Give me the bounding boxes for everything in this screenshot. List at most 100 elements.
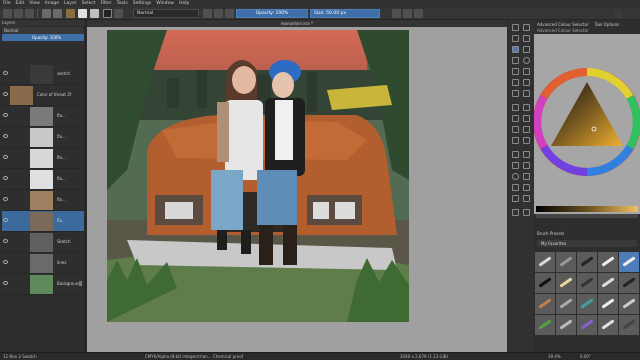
layer-row[interactable]: fla... — [2, 127, 84, 148]
brush-preset[interactable] — [535, 294, 555, 314]
visibility-eye-icon[interactable] — [3, 134, 8, 138]
rect-select-icon[interactable] — [523, 162, 530, 169]
menu-file[interactable]: File — [3, 1, 11, 6]
undo-icon[interactable] — [42, 9, 51, 18]
brush-preset[interactable] — [556, 252, 576, 272]
menu-select[interactable]: Select — [82, 1, 96, 6]
menu-help[interactable]: Help — [179, 1, 189, 6]
smart-patch-icon[interactable] — [523, 126, 530, 133]
open-document-icon[interactable] — [14, 9, 23, 18]
visibility-eye-icon[interactable] — [3, 155, 8, 159]
pan-tool-icon[interactable] — [523, 209, 530, 216]
value-slider[interactable] — [536, 206, 638, 212]
tab-advanced-colour-selector[interactable]: Advanced Colour Selector — [537, 22, 589, 27]
move-tool-icon[interactable] — [523, 104, 530, 111]
line-tool-icon[interactable] — [523, 46, 530, 53]
polygon-select-icon[interactable] — [523, 173, 530, 180]
gradient-icon[interactable] — [78, 9, 87, 18]
colorize-mask-icon[interactable] — [512, 126, 519, 133]
menu-layer[interactable]: Layer — [64, 1, 77, 6]
menu-settings[interactable]: Settings — [133, 1, 151, 6]
layer-row[interactable]: Sketch — [2, 232, 84, 253]
artwork-canvas[interactable] — [107, 30, 409, 322]
layer-row[interactable]: Background — [2, 274, 84, 295]
menu-edit[interactable]: Edit — [16, 1, 25, 6]
multibrush-icon[interactable] — [523, 90, 530, 97]
visibility-eye-icon[interactable] — [3, 218, 8, 222]
brush-preset[interactable] — [556, 315, 576, 335]
contiguous-select-icon[interactable] — [523, 184, 530, 191]
menu-filter[interactable]: Filter — [100, 1, 111, 6]
reference-images-icon[interactable] — [512, 162, 519, 169]
polygon-tool-icon[interactable] — [512, 68, 519, 75]
text-tool-icon[interactable] — [523, 24, 530, 31]
mirror-vertical-icon[interactable] — [403, 9, 412, 18]
ellipse-tool-icon[interactable] — [523, 57, 530, 64]
brush-preset[interactable] — [598, 315, 618, 335]
advanced-color-selector[interactable] — [533, 34, 640, 214]
bezier-tool-icon[interactable] — [512, 79, 519, 86]
gradient-tool-icon[interactable] — [523, 115, 530, 122]
blend-mode-select[interactable]: Normal — [133, 9, 199, 18]
similar-select-icon[interactable] — [512, 195, 519, 202]
zoom-tool-icon[interactable] — [512, 209, 519, 216]
layer-row[interactable]: fla... — [2, 190, 84, 211]
freehand-select-icon[interactable] — [512, 184, 519, 191]
status-zoom[interactable]: 39.4% — [548, 354, 561, 359]
menu-tools[interactable]: Tools — [117, 1, 128, 6]
ellipse-select-icon[interactable] — [512, 173, 519, 180]
brush-preset-icon[interactable] — [66, 9, 75, 18]
brush-preset[interactable] — [577, 252, 597, 272]
layer-row[interactable]: lines — [2, 253, 84, 274]
assistant-tool-icon[interactable] — [512, 151, 519, 158]
pattern-icon[interactable] — [90, 9, 99, 18]
rectangle-tool-icon[interactable] — [512, 57, 519, 64]
preset-tag-select[interactable]: My Favorites — [537, 240, 637, 247]
fill-tool-icon[interactable] — [512, 137, 519, 144]
visibility-eye-icon[interactable] — [3, 113, 8, 117]
visibility-eye-icon[interactable] — [3, 260, 8, 264]
new-document-icon[interactable] — [3, 9, 12, 18]
brush-preset[interactable] — [556, 273, 576, 293]
eraser-mode-icon[interactable] — [203, 9, 212, 18]
layer-row[interactable]: fla... — [2, 169, 84, 190]
brush-preset[interactable] — [598, 294, 618, 314]
visibility-eye-icon[interactable] — [3, 92, 8, 96]
document-tab[interactable]: leanonhim.kra * — [87, 20, 507, 27]
foreground-color-icon[interactable] — [103, 9, 112, 18]
brush-preset[interactable] — [598, 273, 618, 293]
preserve-alpha-icon[interactable] — [214, 9, 223, 18]
layer-row[interactable]: fla... — [2, 106, 84, 127]
calligraphy-icon[interactable] — [523, 35, 530, 42]
brush-preset[interactable] — [619, 315, 639, 335]
visibility-eye-icon[interactable] — [3, 281, 8, 285]
history-swatches[interactable] — [536, 214, 638, 218]
tab-tool-options[interactable]: Tool Options — [595, 22, 619, 27]
polyline-tool-icon[interactable] — [523, 68, 530, 75]
status-rotation[interactable]: 0.00° — [580, 354, 591, 359]
visibility-eye-icon[interactable] — [3, 176, 8, 180]
brush-preset[interactable] — [535, 273, 555, 293]
measure-tool-icon[interactable] — [523, 151, 530, 158]
layer-opacity-slider[interactable]: Opacity: 100% — [2, 34, 84, 41]
brush-preset[interactable] — [556, 294, 576, 314]
select-shapes-icon[interactable] — [512, 24, 519, 31]
swap-colors-icon[interactable] — [114, 9, 123, 18]
brush-tool-icon[interactable] — [512, 46, 519, 53]
visibility-eye-icon[interactable] — [3, 197, 8, 201]
opacity-slider[interactable]: Opacity: 100% — [236, 9, 308, 18]
size-slider[interactable]: Size: 50.00 px — [310, 9, 380, 18]
crop-tool-icon[interactable] — [512, 115, 519, 122]
brush-preset[interactable] — [577, 294, 597, 314]
transform-tool-icon[interactable] — [512, 104, 519, 111]
wrap-around-icon[interactable] — [414, 9, 423, 18]
layer-row-active[interactable]: fla... — [2, 211, 84, 232]
brush-preset[interactable] — [619, 294, 639, 314]
color-sampler-icon[interactable] — [523, 137, 530, 144]
workspace-icon[interactable] — [614, 9, 623, 18]
layer-row[interactable]: fla... — [2, 148, 84, 169]
visibility-eye-icon[interactable] — [3, 239, 8, 243]
menu-view[interactable]: View — [29, 1, 40, 6]
layer-row[interactable]: Color of throat 2f — [2, 85, 84, 106]
menu-image[interactable]: Image — [45, 1, 59, 6]
